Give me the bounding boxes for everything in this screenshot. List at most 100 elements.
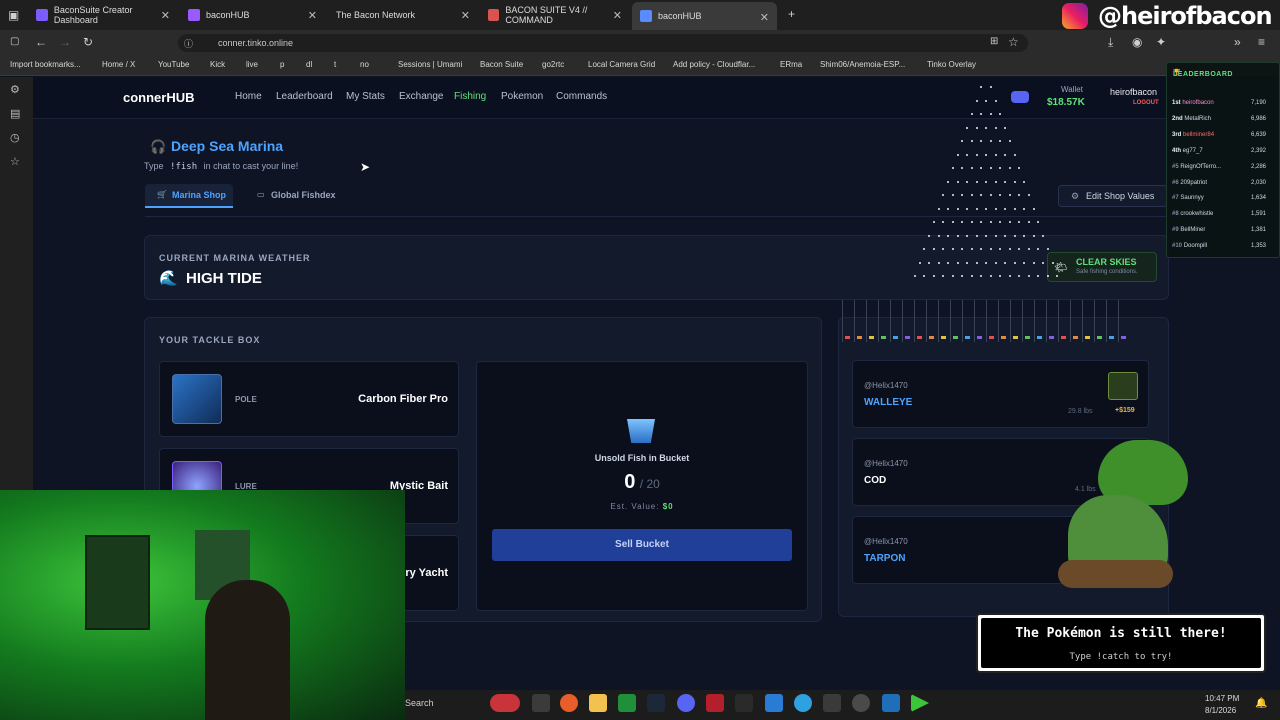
plinko-peg <box>989 86 992 88</box>
nav-home[interactable]: Home <box>235 91 262 102</box>
bookmark-erma[interactable]: ERma <box>780 60 802 69</box>
bookmark-bacon-suite[interactable]: Bacon Suite <box>480 60 523 69</box>
plinko-peg <box>932 221 935 223</box>
url-field[interactable]: conner.tinko.online <box>178 34 1028 52</box>
nav-my-stats[interactable]: My Stats <box>346 91 385 102</box>
bookmark-camera-grid[interactable]: Local Camera Grid <box>588 60 655 69</box>
extension-icon[interactable]: ⚙ <box>10 83 20 96</box>
sidebar-toggle-icon[interactable]: ▢ <box>10 36 19 47</box>
plinko-peg <box>980 221 983 223</box>
taskbar-search[interactable]: Search <box>405 698 434 708</box>
leaderboard-name: Doompill <box>1183 243 1208 250</box>
extensions-puzzle-icon[interactable]: ✦ <box>1156 35 1166 49</box>
equalizer-marker <box>1085 336 1090 339</box>
bookmark-umami[interactable]: Sessions | Umami <box>398 60 462 69</box>
close-tab-icon[interactable]: ✕ <box>161 9 170 22</box>
plinko-peg <box>942 221 945 223</box>
discord-taskbar-icon[interactable] <box>677 694 695 712</box>
task-view-icon[interactable] <box>532 694 550 712</box>
firefox-icon[interactable] <box>560 694 578 712</box>
app-icon[interactable] <box>882 694 900 712</box>
tackle-item-pole[interactable]: POLE Carbon Fiber Pro <box>159 361 459 437</box>
plinko-peg <box>989 140 992 142</box>
bookmark-p[interactable]: p <box>280 60 284 69</box>
browser-tab-4[interactable]: BACON SUITE V4 // COMMAND ✕ <box>480 0 630 30</box>
weather-label: CURRENT MARINA WEATHER <box>159 253 311 263</box>
taskbar-app-icon[interactable] <box>490 694 520 712</box>
browser-tab-3[interactable]: The Bacon Network ✕ <box>328 0 478 30</box>
nav-leaderboard[interactable]: Leaderboard <box>276 91 333 102</box>
history-icon[interactable]: ◷ <box>10 131 20 144</box>
close-tab-icon[interactable]: ✕ <box>760 11 769 24</box>
tab-global-fishdex[interactable]: ▭ Global Fishdex <box>247 184 347 208</box>
install-app-icon[interactable]: ⊞ <box>990 36 998 47</box>
bookmark-t[interactable]: t <box>334 60 336 69</box>
vscode-icon[interactable] <box>765 694 783 712</box>
equalizer-marker <box>941 336 946 339</box>
bookmark-youtube[interactable]: YouTube <box>158 60 189 69</box>
close-tab-icon[interactable]: ✕ <box>613 9 622 22</box>
nav-commands[interactable]: Commands <box>556 91 607 102</box>
app-icon[interactable] <box>706 694 724 712</box>
bucket-panel: Unsold Fish in Bucket 0 / 20 Est. Value:… <box>476 361 808 611</box>
bookmark-live[interactable]: live <box>246 60 258 69</box>
plinko-peg <box>994 261 997 264</box>
plinko-peg <box>994 234 997 237</box>
bookmark-tinko-overlay[interactable]: Tinko Overlay <box>927 60 976 69</box>
equalizer-marker <box>1121 336 1126 339</box>
site-brand[interactable]: connerHUB <box>123 90 195 105</box>
edge-icon[interactable] <box>794 694 812 712</box>
bookmark-kick[interactable]: Kick <box>210 60 225 69</box>
reading-list-icon[interactable]: ▤ <box>10 107 20 120</box>
leaderboard-row: #10 Doompill 1,353 <box>1172 243 1272 249</box>
browser-tab-2[interactable]: baconHUB ✕ <box>180 0 325 30</box>
plinko-peg <box>980 113 983 115</box>
leaderboard-row: 1st heirofbacon 7,190 <box>1172 100 1272 106</box>
plinko-peg <box>1018 167 1021 169</box>
favorites-icon[interactable]: ☆ <box>10 155 20 168</box>
close-tab-icon[interactable]: ✕ <box>461 9 470 22</box>
obs-icon[interactable] <box>852 694 870 712</box>
leaderboard-value: 2,392 <box>1250 147 1266 154</box>
nav-exchange[interactable]: Exchange <box>399 91 443 102</box>
bookmark-dl[interactable]: dl <box>306 60 312 69</box>
tab-menu-icon[interactable]: ▣ <box>8 8 19 22</box>
extension-icon[interactable]: ◉ <box>1132 35 1142 49</box>
terminal-icon[interactable] <box>735 694 753 712</box>
plinko-peg <box>1008 140 1011 142</box>
app-icon[interactable] <box>823 694 841 712</box>
mouse-cursor-icon: ➤ <box>360 160 371 174</box>
plinko-peg <box>1018 194 1021 196</box>
more-chevron-icon[interactable]: » <box>1234 35 1241 49</box>
bookmark-import[interactable]: Import bookmarks... <box>10 60 81 69</box>
new-tab-icon[interactable]: + <box>788 7 795 21</box>
notification-icon[interactable]: 🔔 <box>1255 698 1267 709</box>
close-tab-icon[interactable]: ✕ <box>308 9 317 22</box>
tab-marina-shop[interactable]: 🛒 Marina Shop <box>145 184 233 208</box>
bookmark-star-icon[interactable]: ☆ <box>1008 35 1019 49</box>
site-info-icon[interactable]: ⓘ <box>184 37 193 50</box>
menu-icon[interactable]: ≡ <box>1258 35 1265 49</box>
forward-icon[interactable]: → <box>59 35 71 49</box>
file-explorer-icon[interactable] <box>589 694 607 712</box>
plinko-peg <box>999 248 1002 250</box>
sell-bucket-button[interactable]: Sell Bucket <box>492 529 792 561</box>
steam-icon[interactable] <box>647 694 665 712</box>
bookmark-cloudflare[interactable]: Add policy - Cloudflar... <box>673 60 755 69</box>
xbox-icon[interactable] <box>618 694 636 712</box>
bookmark-shim06[interactable]: Shim06/Anemoia-ESP... <box>820 60 905 69</box>
back-icon[interactable]: ← <box>35 35 47 49</box>
browser-tab-1[interactable]: BaconSuite Creator Dashboard ✕ <box>28 0 178 30</box>
downloads-icon[interactable]: ⤓ <box>1108 35 1113 50</box>
plinko-peg <box>985 99 987 102</box>
bookmark-home-x[interactable]: Home / X <box>102 60 135 69</box>
nav-pokemon[interactable]: Pokemon <box>501 91 543 102</box>
browser-tab-5-active[interactable]: baconHUB ✕ <box>632 2 777 30</box>
plinko-peg <box>975 207 978 210</box>
nav-fishing[interactable]: Fishing <box>454 91 486 102</box>
reload-icon[interactable]: ↻ <box>83 35 93 49</box>
bookmark-go2rtc[interactable]: go2rtc <box>542 60 564 69</box>
bookmark-no[interactable]: no <box>360 60 369 69</box>
bucket-icon <box>627 419 655 443</box>
plinko-peg <box>1004 126 1006 129</box>
